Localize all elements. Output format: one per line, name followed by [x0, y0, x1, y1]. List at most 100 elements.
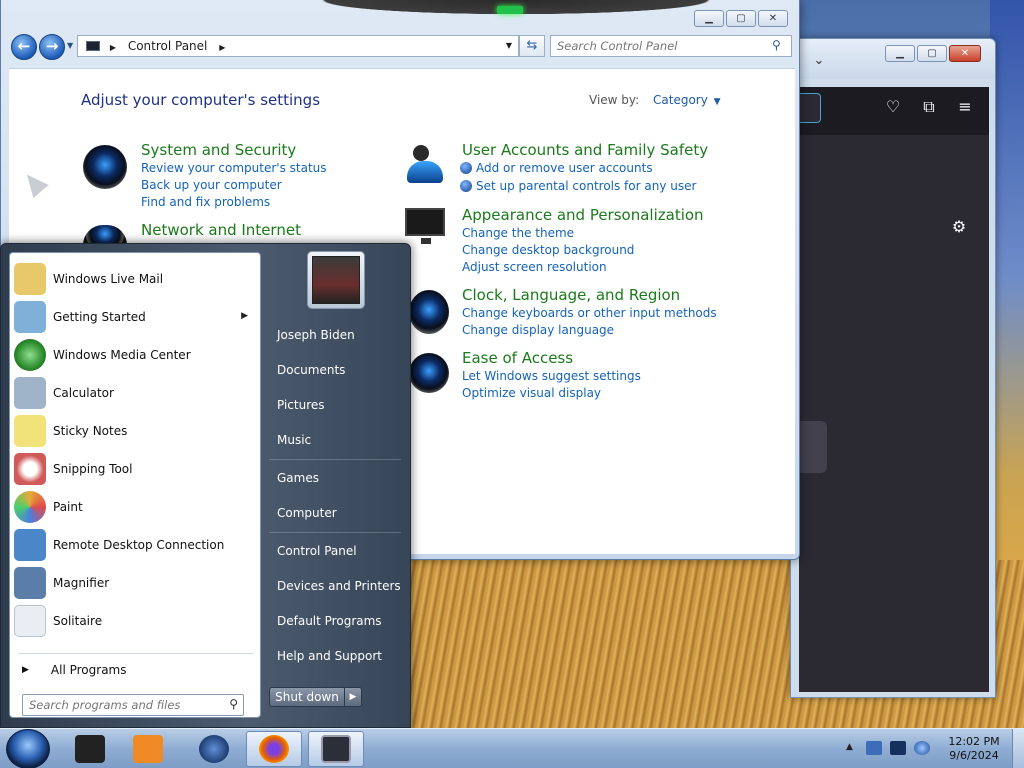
close-button[interactable]: ✕ [758, 10, 788, 27]
back-button[interactable]: ← [11, 34, 37, 60]
category-link[interactable]: Adjust screen resolution [462, 260, 607, 274]
all-programs-button[interactable]: ▶ All Programs [18, 659, 254, 681]
start-control-panel[interactable]: Control Panel [277, 544, 357, 558]
submenu-arrow-icon[interactable]: ▶ [241, 311, 248, 321]
show-hidden-icons-chevron-icon[interactable]: ▲ [846, 742, 853, 752]
category-link[interactable]: Review your computer's status [141, 161, 327, 175]
taskbar-ie[interactable] [186, 731, 242, 767]
shield-globe-icon[interactable] [83, 145, 127, 189]
category-title[interactable]: Ease of Access [462, 349, 573, 367]
start-default-programs[interactable]: Default Programs [277, 614, 382, 628]
category-title[interactable]: Clock, Language, and Region [462, 286, 680, 304]
display-icon[interactable] [890, 741, 906, 755]
category-link[interactable]: Optimize visual display [462, 386, 601, 400]
category-title[interactable]: User Accounts and Family Safety [462, 141, 708, 159]
maximize-button[interactable]: ▢ [726, 10, 756, 27]
program-magnifier[interactable]: Magnifier [14, 565, 258, 601]
start-pictures[interactable]: Pictures [277, 398, 325, 412]
program-solitaire[interactable]: Solitaire [14, 603, 258, 639]
address-bar[interactable]: ▶ Control Panel ▶ ▼ [77, 35, 519, 57]
address-separator-icon[interactable]: ▶ [110, 43, 116, 52]
category-link[interactable]: Change display language [462, 323, 614, 337]
divider [18, 653, 254, 654]
start-music[interactable]: Music [277, 433, 311, 447]
view-by-chevron-icon[interactable]: ▼ [714, 97, 721, 107]
close-button[interactable]: ✕ [949, 45, 981, 62]
minimize-button[interactable]: ▁ [885, 45, 915, 62]
paint-icon [14, 491, 46, 523]
program-snipping-tool[interactable]: Snipping Tool [14, 451, 258, 487]
start-devices-and-printers[interactable]: Devices and Printers [277, 579, 401, 593]
search-icon[interactable]: ⚲ [229, 698, 238, 710]
extensions-icon[interactable]: ⧉ [919, 97, 939, 117]
start-user-name[interactable]: Joseph Biden [277, 328, 355, 342]
clock-globe-icon[interactable] [409, 290, 449, 334]
network-icon[interactable] [866, 741, 882, 755]
category-link[interactable]: Add or remove user accounts [460, 161, 653, 175]
start-button[interactable] [6, 729, 50, 768]
program-sticky-notes[interactable]: Sticky Notes [14, 413, 258, 449]
volume-icon[interactable] [914, 741, 930, 755]
monitor-icon[interactable] [405, 208, 445, 244]
taskbar-terminal[interactable] [62, 731, 118, 767]
category-link[interactable]: Change keyboards or other input methods [462, 306, 717, 320]
breadcrumb-chevron-icon[interactable]: ▶ [219, 43, 225, 52]
start-games[interactable]: Games [277, 471, 319, 485]
category-link[interactable]: Change the theme [462, 226, 574, 240]
globe-icon [199, 735, 229, 763]
program-getting-started[interactable]: Getting Started ▶ [14, 299, 258, 335]
shut-down-button[interactable]: Shut down [269, 687, 345, 707]
category-title[interactable]: System and Security [141, 141, 296, 159]
start-documents[interactable]: Documents [277, 363, 345, 377]
category-title[interactable]: Network and Internet [141, 221, 301, 239]
clock[interactable]: 12:02 PM 9/6/2024 [940, 735, 1008, 763]
refresh-button[interactable]: ⇆ [519, 35, 545, 57]
firefox-window[interactable]: ⌄ ▁ ▢ ✕ ♡ ⧉ ≡ ⚙ [790, 38, 996, 698]
start-help-and-support[interactable]: Help and Support [277, 649, 382, 663]
taskbar-firefox[interactable] [246, 731, 302, 767]
start-menu: Windows Live Mail Getting Started ▶ Wind… [0, 243, 411, 728]
start-computer[interactable]: Computer [277, 506, 337, 520]
category-link[interactable]: Set up parental controls for any user [460, 179, 696, 193]
search-input[interactable] [550, 35, 792, 57]
maximize-button[interactable]: ▢ [917, 45, 947, 62]
program-windows-live-mail[interactable]: Windows Live Mail [14, 261, 258, 297]
ease-of-access-icon[interactable] [409, 353, 449, 393]
program-paint[interactable]: Paint [14, 489, 258, 525]
firefox-card[interactable] [799, 421, 827, 473]
recent-pages-chevron-icon[interactable]: ▼ [67, 41, 73, 50]
category-link[interactable]: Let Windows suggest settings [462, 369, 641, 383]
category-ease-of-access: Ease of Access Let Windows suggest setti… [407, 349, 787, 401]
breadcrumb-control-panel[interactable]: Control Panel [128, 39, 208, 53]
shut-down-options-button[interactable]: ▶ [344, 687, 362, 707]
forward-button[interactable]: → [39, 34, 65, 60]
taskbar-control-panel[interactable] [308, 731, 364, 767]
program-windows-media-center[interactable]: Windows Media Center [14, 337, 258, 373]
user-picture[interactable] [307, 251, 365, 309]
minimize-button[interactable]: ▁ [694, 10, 724, 27]
chevron-down-icon[interactable]: ⌄ [809, 51, 829, 71]
view-by-dropdown[interactable]: Category [653, 93, 708, 107]
firefox-titlebar[interactable]: ⌄ ▁ ▢ ✕ [791, 39, 995, 79]
address-row: ← → ▼ ▶ Control Panel ▶ ▼ ⇆ ⚲ [9, 32, 793, 60]
program-remote-desktop-connection[interactable]: Remote Desktop Connection [14, 527, 258, 563]
category-link[interactable]: Back up your computer [141, 178, 282, 192]
category-link[interactable]: Change desktop background [462, 243, 634, 257]
category-title[interactable]: Appearance and Personalization [462, 206, 704, 224]
getting-started-icon [14, 301, 46, 333]
program-calculator[interactable]: Calculator [14, 375, 258, 411]
users-icon[interactable] [405, 143, 445, 185]
category-system-and-security: System and Security Review your computer… [83, 141, 383, 211]
show-desktop-button[interactable] [1012, 729, 1024, 768]
category-link[interactable]: Find and fix problems [141, 195, 270, 209]
address-dropdown-icon[interactable]: ▼ [506, 36, 512, 56]
gear-icon[interactable]: ⚙ [949, 217, 969, 237]
menu-icon[interactable]: ≡ [955, 97, 975, 117]
network-globe-icon[interactable] [83, 225, 127, 245]
pocket-icon[interactable]: ♡ [883, 97, 903, 117]
search-icon[interactable]: ⚲ [772, 39, 784, 51]
category-clock-language-region: Clock, Language, and Region Change keybo… [407, 286, 787, 338]
start-search-input[interactable] [22, 694, 244, 716]
url-bar[interactable] [799, 93, 821, 123]
taskbar-media-player[interactable] [120, 731, 176, 767]
